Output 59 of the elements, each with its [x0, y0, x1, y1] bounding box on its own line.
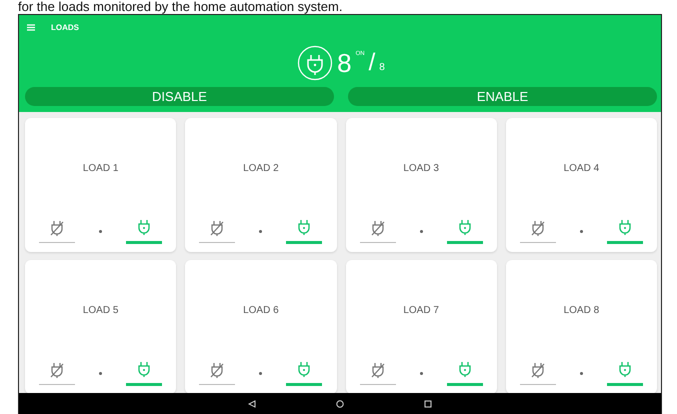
on-toggle[interactable] — [126, 361, 162, 386]
on-toggle[interactable] — [606, 361, 643, 386]
caption-text: for the loads monitored by the home automation system. — [18, 0, 342, 14]
plug-icon — [297, 219, 312, 235]
separator-dot — [420, 230, 423, 233]
separator-dot — [99, 230, 102, 233]
load-name: LOAD 5 — [82, 305, 118, 316]
plug-icon — [618, 219, 632, 235]
plug-icon — [137, 361, 152, 377]
unplugged-icon — [50, 220, 64, 236]
separator-dot — [580, 372, 583, 375]
unplugged-icon — [210, 362, 224, 378]
total-count: 8 — [379, 62, 385, 73]
load-name: LOAD 8 — [564, 305, 600, 316]
off-toggle[interactable] — [360, 362, 396, 385]
separator-dot — [580, 230, 583, 233]
off-toggle[interactable] — [199, 220, 236, 243]
off-toggle[interactable] — [199, 362, 236, 385]
plug-icon — [297, 361, 312, 377]
plug-icon — [618, 361, 632, 377]
unplugged-icon — [530, 362, 545, 378]
plug-icon — [297, 45, 334, 81]
unplugged-icon — [370, 220, 385, 236]
off-toggle[interactable] — [360, 220, 396, 243]
off-toggle[interactable] — [39, 362, 76, 385]
on-toggle[interactable] — [286, 361, 322, 386]
plug-icon — [458, 219, 472, 235]
on-toggle[interactable] — [446, 219, 483, 244]
unplugged-icon — [210, 220, 224, 236]
on-toggle[interactable] — [446, 361, 483, 386]
load-name: LOAD 3 — [403, 163, 439, 174]
plug-icon — [137, 219, 152, 235]
load-name: LOAD 4 — [564, 163, 600, 174]
on-toggle[interactable] — [286, 219, 322, 244]
load-name: LOAD 7 — [403, 305, 439, 316]
recents-icon[interactable] — [424, 400, 432, 408]
off-toggle[interactable] — [39, 220, 76, 243]
off-toggle[interactable] — [520, 362, 556, 385]
unplugged-icon — [530, 220, 545, 236]
on-toggle[interactable] — [126, 219, 162, 244]
separator-dot — [259, 372, 262, 375]
home-icon[interactable] — [336, 400, 344, 408]
disable-button[interactable]: DISABLE — [25, 87, 334, 106]
on-count: 8 — [337, 48, 352, 78]
separator-dot — [259, 230, 262, 233]
enable-button[interactable]: ENABLE — [348, 87, 657, 106]
off-toggle[interactable] — [520, 220, 556, 243]
on-toggle[interactable] — [606, 219, 643, 244]
app-title: LOADS — [51, 22, 79, 32]
load-name: LOAD 2 — [243, 163, 279, 174]
slash-text: / — [368, 49, 376, 77]
separator-dot — [420, 372, 423, 375]
plug-icon — [458, 361, 472, 377]
unplugged-icon — [50, 362, 64, 378]
back-icon[interactable] — [248, 400, 256, 408]
load-name: LOAD 6 — [243, 305, 279, 316]
unplugged-icon — [370, 362, 385, 378]
separator-dot — [99, 372, 102, 375]
load-name: LOAD 1 — [82, 163, 118, 174]
